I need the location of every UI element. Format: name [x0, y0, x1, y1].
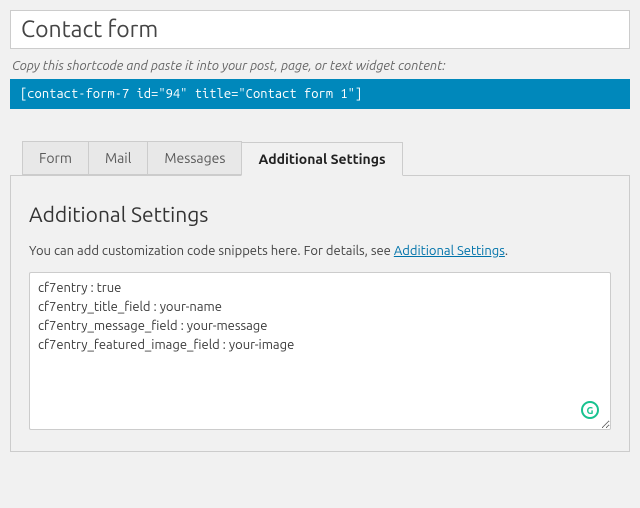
tab-bar: Form Mail Messages Additional Settings: [10, 141, 630, 176]
additional-settings-panel: Additional Settings You can add customiz…: [10, 176, 630, 452]
additional-settings-textarea[interactable]: [29, 272, 611, 430]
panel-heading: Additional Settings: [29, 202, 611, 226]
help-suffix: .: [505, 244, 508, 258]
additional-settings-link[interactable]: Additional Settings: [394, 244, 505, 258]
help-prefix: You can add customization code snippets …: [29, 244, 394, 258]
shortcode-instruction: Copy this shortcode and paste it into yo…: [12, 59, 628, 73]
form-title-input[interactable]: [10, 10, 630, 49]
tab-mail[interactable]: Mail: [88, 141, 148, 175]
tab-form[interactable]: Form: [22, 141, 89, 175]
panel-help-text: You can add customization code snippets …: [29, 244, 611, 258]
tab-messages[interactable]: Messages: [147, 141, 242, 175]
shortcode-display[interactable]: [10, 79, 630, 109]
tab-additional-settings[interactable]: Additional Settings: [241, 142, 402, 176]
